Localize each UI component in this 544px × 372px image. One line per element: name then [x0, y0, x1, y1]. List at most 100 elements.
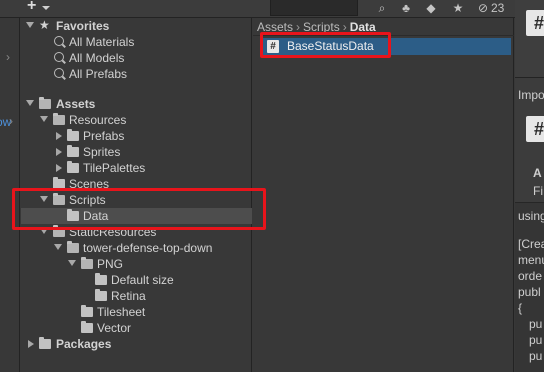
tree-item-static-resources[interactable]: StaticResources	[21, 224, 252, 240]
collapse-arrow-icon[interactable]	[56, 164, 62, 172]
tree-label: Scripts	[69, 193, 106, 207]
code-line: pu	[529, 349, 543, 363]
breadcrumb-item[interactable]: Assets	[257, 20, 293, 34]
hidden-icon[interactable]: ⊘	[475, 1, 491, 16]
tree-item-favorites[interactable]: ★ Favorites	[21, 18, 252, 34]
breadcrumb: Assets › Scripts › Data	[253, 18, 514, 36]
inspector-header: #	[515, 0, 544, 78]
expand-arrow-icon[interactable]	[40, 116, 48, 122]
tree-item-tilesheet[interactable]: Tilesheet	[21, 304, 252, 320]
tree-item-packages[interactable]: Packages	[21, 336, 252, 352]
tree-item-sprites[interactable]: Sprites	[21, 144, 252, 160]
tree-label: tower-defense-top-down	[83, 241, 213, 255]
script-preview: using [Crea menu orde publ { pu pu pu	[515, 202, 544, 372]
tree-item-prefabs[interactable]: Prefabs	[21, 128, 252, 144]
csharp-script-icon: #	[267, 40, 279, 53]
folder-open-icon	[81, 257, 93, 269]
folder-icon	[53, 177, 65, 189]
tree-label: Default size	[111, 273, 174, 287]
chevron-right-icon[interactable]: ›	[9, 114, 13, 128]
file-item-basestatusdata[interactable]: # BaseStatusData	[261, 38, 511, 55]
type-filter-icon[interactable]: ♣	[398, 1, 414, 16]
tree-label: TilePalettes	[83, 161, 146, 175]
tree-label: Sprites	[83, 145, 121, 159]
tree-item-scripts[interactable]: Scripts	[21, 192, 252, 208]
search-icon	[54, 68, 64, 78]
code-line: {	[518, 301, 523, 315]
tree-item-assets[interactable]: Assets	[21, 96, 252, 112]
collapse-arrow-icon[interactable]	[28, 340, 34, 348]
folder-icon	[67, 145, 79, 157]
folder-icon	[95, 273, 107, 285]
folder-open-icon	[53, 113, 65, 125]
folder-open-icon	[53, 225, 65, 237]
tree-item-tilepalettes[interactable]: TilePalettes	[21, 160, 252, 176]
tree-item-all-prefabs[interactable]: All Prefabs	[21, 66, 252, 82]
project-toolbar: + ⌕ ♣ ◆ ★ ⊘ 23	[0, 0, 544, 18]
expand-arrow-icon[interactable]	[26, 100, 34, 106]
expand-arrow-icon[interactable]	[68, 260, 76, 266]
tree-item-resources[interactable]: Resources	[21, 112, 252, 128]
folder-icon	[81, 305, 93, 317]
tree-label: Tilesheet	[97, 305, 146, 319]
csharp-script-icon: #	[526, 10, 544, 36]
tree-item-scenes[interactable]: Scenes	[21, 176, 252, 192]
folder-open-icon	[39, 97, 51, 109]
code-line: pu	[529, 333, 543, 347]
folder-icon	[39, 337, 51, 349]
star-icon: ★	[39, 18, 50, 32]
file-label: Fi	[533, 184, 543, 198]
search-input[interactable]	[270, 0, 358, 16]
tree-label: Data	[83, 209, 109, 223]
favorite-icon[interactable]: ★	[450, 1, 466, 16]
folder-open-icon	[67, 241, 79, 253]
folder-icon	[95, 289, 107, 301]
expand-arrow-icon[interactable]	[26, 22, 34, 28]
project-tree: ★ Favorites All Materials All Models All…	[21, 18, 252, 372]
search-icon[interactable]: ⌕	[374, 1, 390, 16]
tree-item-png[interactable]: PNG	[21, 256, 252, 272]
expand-arrow-icon[interactable]	[40, 228, 48, 234]
tree-label: Favorites	[56, 19, 110, 33]
chevron-right-icon[interactable]: ›	[6, 50, 10, 64]
breadcrumb-item[interactable]: Scripts	[303, 20, 340, 34]
breadcrumb-current[interactable]: Data	[350, 20, 376, 34]
tree-label: Prefabs	[83, 129, 125, 143]
create-asset-button[interactable]: +	[24, 0, 56, 17]
folder-icon	[67, 129, 79, 141]
code-line: [Crea	[518, 237, 544, 251]
breadcrumb-separator-icon: ›	[342, 20, 347, 34]
folder-open-icon	[53, 193, 65, 205]
expand-arrow-icon[interactable]	[54, 244, 62, 250]
import-settings-label: Impo	[518, 88, 544, 102]
collapse-arrow-icon[interactable]	[56, 148, 62, 156]
code-line: using	[518, 209, 544, 223]
asset-label: A	[533, 166, 542, 180]
breadcrumb-separator-icon: ›	[296, 20, 301, 34]
tree-label: Retina	[111, 289, 146, 303]
tree-item-default-size[interactable]: Default size	[21, 272, 252, 288]
code-line: pu	[529, 317, 543, 331]
tree-item-all-materials[interactable]: All Materials	[21, 34, 252, 50]
left-panel-edge: › ow ›	[0, 18, 20, 372]
tree-item-tower-defense[interactable]: tower-defense-top-down	[21, 240, 252, 256]
tree-item-data[interactable]: Data	[21, 208, 252, 224]
tree-item-retina[interactable]: Retina	[21, 288, 252, 304]
tree-item-all-models[interactable]: All Models	[21, 50, 252, 66]
folder-icon	[67, 209, 79, 221]
tree-label: Scenes	[69, 177, 110, 191]
folder-icon	[81, 321, 93, 333]
collapse-arrow-icon[interactable]	[56, 132, 62, 140]
inspector-panel: # Impo # A Fi using [Crea menu orde publ…	[515, 0, 544, 372]
tree-label: Packages	[56, 337, 112, 351]
tree-item-vector[interactable]: Vector	[21, 320, 252, 336]
tree-label: Assets	[56, 97, 96, 111]
tree-label: All Prefabs	[69, 67, 128, 81]
expand-arrow-icon[interactable]	[40, 196, 48, 202]
label-filter-icon[interactable]: ◆	[423, 1, 439, 16]
file-name: BaseStatusData	[287, 39, 374, 53]
plus-icon: +	[27, 0, 37, 14]
code-line: menu	[518, 253, 544, 267]
search-icon	[54, 36, 64, 46]
folder-icon	[67, 161, 79, 173]
